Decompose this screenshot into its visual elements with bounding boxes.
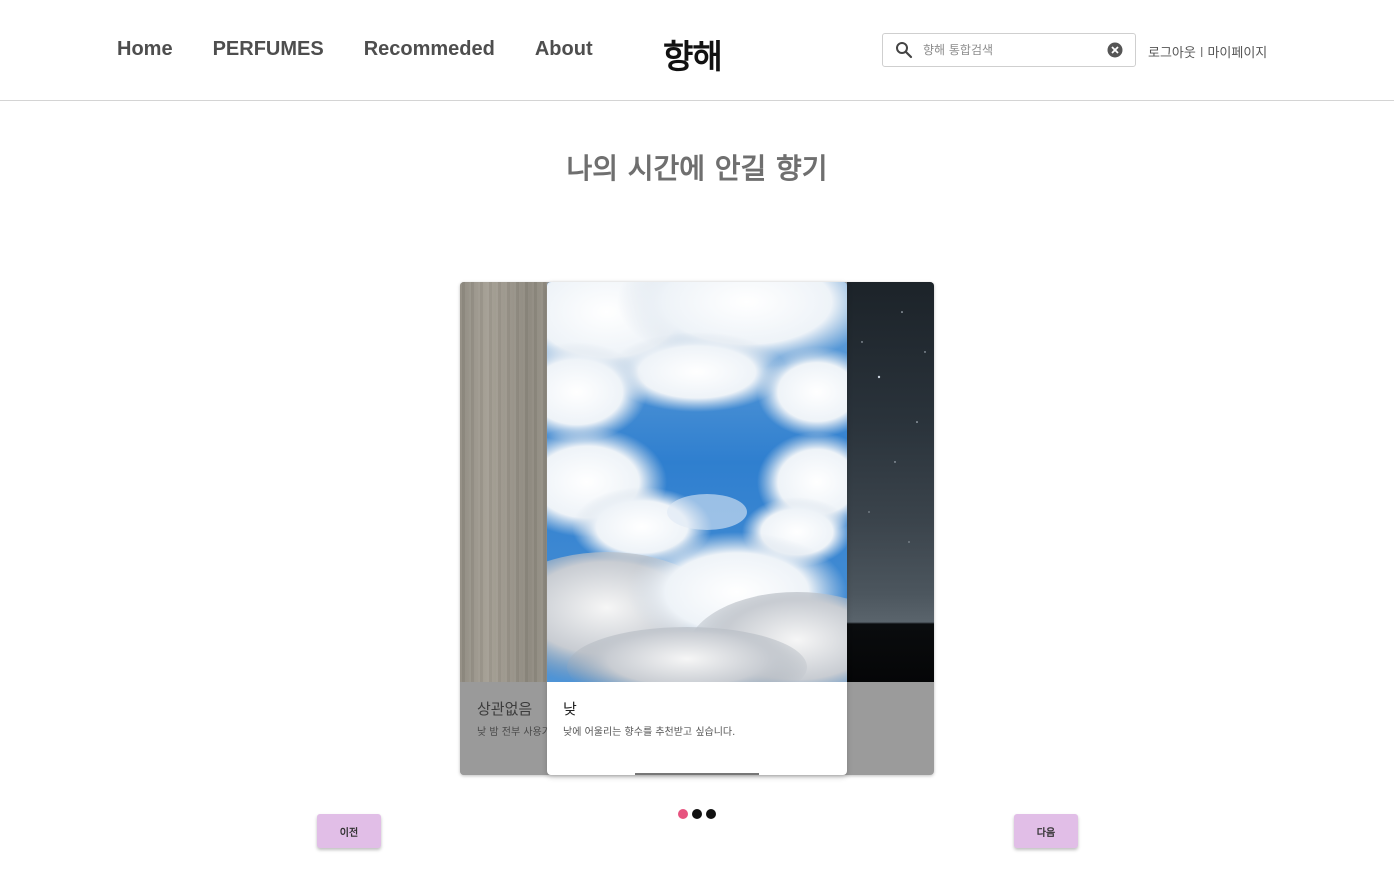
close-circle-icon[interactable] bbox=[1107, 42, 1123, 62]
main-nav: Home PERFUMES Recommeded About bbox=[117, 38, 633, 61]
site-logo[interactable]: 향해 bbox=[663, 30, 723, 78]
nav-recommended[interactable]: Recommeded bbox=[364, 38, 495, 61]
prev-button[interactable]: 이전 bbox=[317, 814, 381, 848]
pagination-dot-1[interactable] bbox=[678, 809, 688, 819]
carousel-side-image-left[interactable] bbox=[460, 282, 547, 682]
page-title: 나의 시간에 안길 향기 bbox=[566, 152, 828, 185]
side-card-title: 상관없음 bbox=[477, 700, 533, 718]
carousel-side-image-right[interactable] bbox=[847, 282, 934, 682]
next-button[interactable]: 다음 bbox=[1014, 814, 1078, 848]
search-input[interactable] bbox=[923, 40, 1098, 60]
active-card-title: 낮 bbox=[563, 700, 577, 718]
nav-perfumes[interactable]: PERFUMES bbox=[213, 38, 324, 61]
night-stars bbox=[861, 311, 926, 543]
side-card-desc: 낮 밤 전부 사용가 bbox=[477, 727, 547, 738]
user-links-separator: l bbox=[1199, 46, 1204, 61]
active-card-desc: 낮에 어울리는 향수를 추천받고 싶습니다. bbox=[563, 727, 736, 738]
carousel-active-card[interactable]: 낮 낮에 어울리는 향수를 추천받고 싶습니다. bbox=[547, 282, 847, 775]
carousel-side-caption-left: 상관없음 낮 밤 전부 사용가 bbox=[460, 682, 547, 775]
carousel-pagination bbox=[678, 809, 720, 819]
sky-clouds-image bbox=[547, 282, 847, 712]
site-header: Home PERFUMES Recommeded About 향해 로그아웃l마… bbox=[0, 0, 1394, 101]
user-links: 로그아웃 l 마이페이지 bbox=[1148, 42, 1267, 61]
logout-link[interactable]: 로그아웃 bbox=[1148, 46, 1196, 61]
search-box bbox=[882, 33, 1136, 67]
nav-about[interactable]: About bbox=[535, 38, 593, 61]
wood-texture bbox=[460, 282, 547, 682]
search-icon[interactable] bbox=[895, 41, 913, 63]
card-underline bbox=[635, 773, 759, 775]
pagination-dot-2[interactable] bbox=[692, 809, 702, 819]
nav-home[interactable]: Home bbox=[117, 38, 173, 61]
pagination-dot-3[interactable] bbox=[706, 809, 716, 819]
mypage-link[interactable]: 마이페이지 bbox=[1207, 46, 1267, 61]
